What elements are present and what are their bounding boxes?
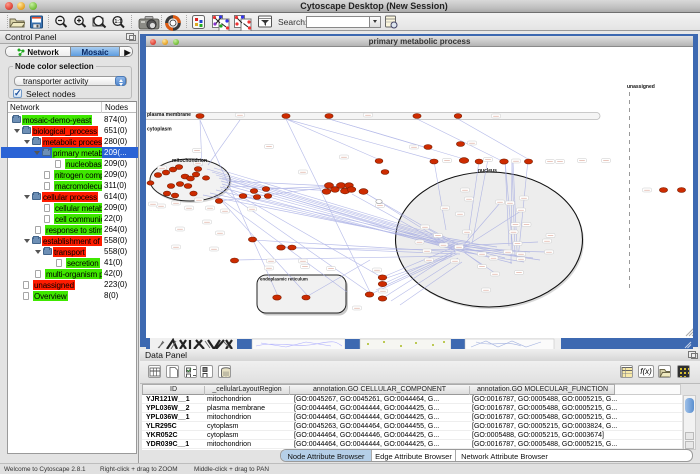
- svg-text:plasma membrane: plasma membrane: [147, 112, 191, 118]
- svg-text:unassigned: unassigned: [627, 84, 655, 90]
- svg-text:cytoplasm: cytoplasm: [147, 127, 172, 133]
- svg-text:endoplasmic reticulum: endoplasmic reticulum: [260, 277, 308, 282]
- svg-text:mitochondrion: mitochondrion: [172, 158, 207, 164]
- svg-text:nucleus: nucleus: [478, 168, 497, 174]
